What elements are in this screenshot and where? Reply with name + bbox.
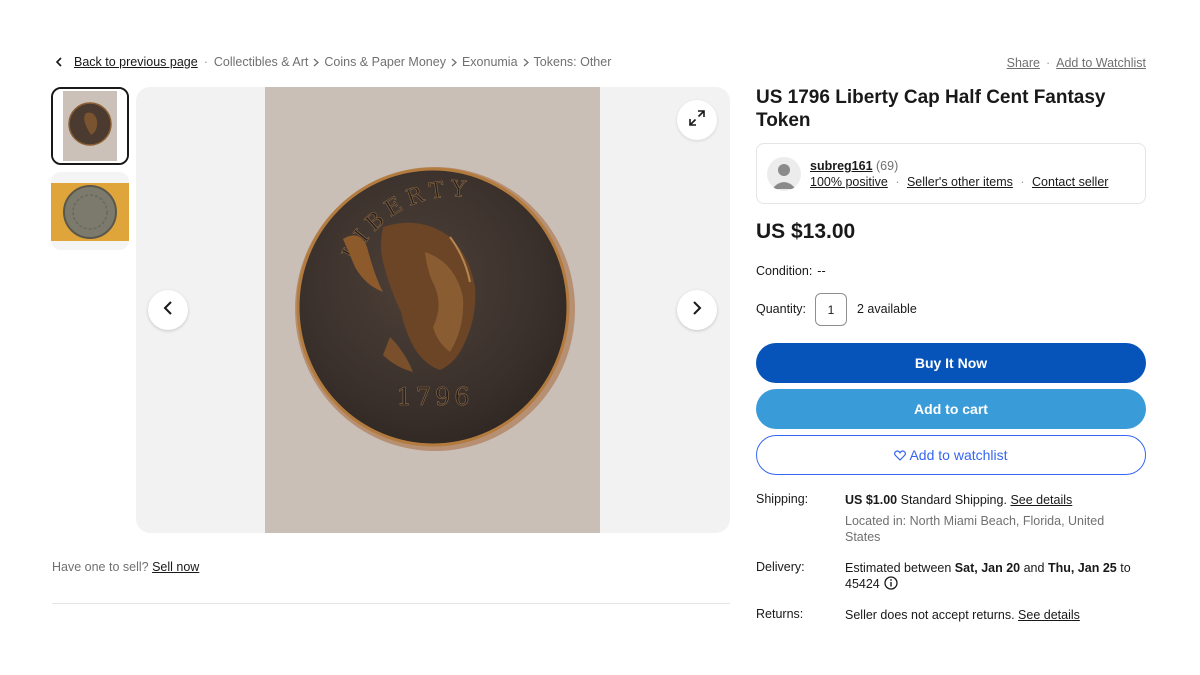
listing-title: US 1796 Liberty Cap Half Cent Fantasy To… xyxy=(756,87,1106,131)
breadcrumb-item-tokens-other[interactable]: Tokens: Other xyxy=(534,55,612,69)
shipping-value: US $1.00 Standard Shipping. See details xyxy=(845,492,1145,508)
chevron-left-icon[interactable] xyxy=(52,55,66,69)
main-product-image: LIBERTY 1796 xyxy=(265,87,600,533)
user-icon xyxy=(772,164,796,189)
heart-icon xyxy=(894,449,907,461)
seller-links: 100% positive · Seller's other items · C… xyxy=(810,175,1108,189)
shipping-location: Located in: North Miami Beach, Florida, … xyxy=(845,514,1105,544)
next-image-button[interactable] xyxy=(677,290,717,330)
add-to-watchlist-label: Add to watchlist xyxy=(909,447,1008,463)
chevron-right-icon xyxy=(451,58,457,67)
coin-thumbnail-image xyxy=(53,89,127,163)
contact-seller-link[interactable]: Contact seller xyxy=(1032,175,1108,189)
delivery-value: Estimated between Sat, Jan 20 and Thu, J… xyxy=(845,560,1145,592)
shipping-amount: US $1.00 xyxy=(845,493,898,507)
add-to-watchlist-link[interactable]: Add to Watchlist xyxy=(1056,56,1146,70)
expand-icon xyxy=(687,108,707,133)
coin-date: 1796 xyxy=(396,383,473,411)
returns-value: Seller does not accept returns. See deta… xyxy=(845,607,1145,623)
returns-see-details-link[interactable]: See details xyxy=(1018,608,1080,622)
chevron-right-icon xyxy=(313,58,320,67)
shipping-label: Shipping: xyxy=(756,492,809,506)
sell-now-link[interactable]: Sell now xyxy=(152,560,199,574)
add-to-cart-button[interactable]: Add to cart xyxy=(756,389,1146,429)
breadcrumb-item-exonumia[interactable]: Exonumia xyxy=(462,55,518,69)
breadcrumb-dot: · xyxy=(203,55,208,69)
add-to-watchlist-button[interactable]: Add to watchlist xyxy=(756,435,1146,475)
condition-label: Condition: xyxy=(756,264,813,278)
price: US $13.00 xyxy=(756,220,856,243)
fullscreen-button[interactable] xyxy=(677,100,717,140)
sell-prompt: Have one to sell? Sell now xyxy=(52,560,199,574)
delivery-zip[interactable]: 45424 xyxy=(845,577,880,591)
shipping-method: Standard Shipping. xyxy=(900,493,1007,507)
condition-row: Condition: -- xyxy=(756,264,826,278)
buy-it-now-button[interactable]: Buy It Now xyxy=(756,343,1146,383)
chevron-left-icon xyxy=(163,300,173,321)
quantity-input[interactable]: 1 xyxy=(815,293,847,326)
share-link[interactable]: Share xyxy=(1007,56,1040,70)
seller-links-dot: · xyxy=(1020,175,1025,189)
image-gallery[interactable]: LIBERTY 1796 xyxy=(136,87,730,533)
avatar[interactable] xyxy=(767,157,801,191)
delivery-and: and xyxy=(1023,561,1045,575)
breadcrumb-item-collectibles[interactable]: Collectibles & Art xyxy=(214,55,308,69)
breadcrumb-item-coins[interactable]: Coins & Paper Money xyxy=(324,55,446,69)
sell-prompt-text: Have one to sell? xyxy=(52,560,149,574)
breadcrumb: Back to previous page · Collectibles & A… xyxy=(52,55,611,69)
returns-text: Seller does not accept returns. xyxy=(845,608,1015,622)
coin-photo: LIBERTY 1796 xyxy=(265,87,600,533)
seller-name-link[interactable]: subreg161 xyxy=(810,159,873,173)
thumbnail-2[interactable] xyxy=(51,172,129,250)
previous-image-button[interactable] xyxy=(148,290,188,330)
seller-other-items-link[interactable]: Seller's other items xyxy=(907,175,1013,189)
seller-links-dot: · xyxy=(895,175,900,189)
seller-name-row: subreg161 (69) xyxy=(810,159,898,173)
delivery-to: to xyxy=(1120,561,1131,575)
delivery-label: Delivery: xyxy=(756,560,805,574)
delivery-date-start: Sat, Jan 20 xyxy=(954,561,1021,575)
back-to-previous-page-link[interactable]: Back to previous page xyxy=(74,55,198,69)
chevron-right-icon xyxy=(523,58,529,67)
condition-value: -- xyxy=(817,264,826,278)
coin-reverse-thumbnail-image xyxy=(51,172,129,250)
seller-positive-link[interactable]: 100% positive xyxy=(810,175,888,189)
top-actions-dot: · xyxy=(1045,56,1051,70)
shipping-see-details-link[interactable]: See details xyxy=(1010,493,1072,507)
seller-feedback-count: (69) xyxy=(876,159,899,173)
seller-card: subreg161 (69) 100% positive · Seller's … xyxy=(756,143,1146,204)
delivery-prefix: Estimated between xyxy=(845,561,952,575)
thumbnail-1[interactable] xyxy=(51,87,129,165)
quantity-available: 2 available xyxy=(857,302,917,316)
divider xyxy=(52,603,730,604)
info-icon[interactable] xyxy=(884,576,898,590)
returns-label: Returns: xyxy=(756,607,804,621)
quantity-label: Quantity: xyxy=(756,302,807,316)
chevron-right-icon xyxy=(692,300,702,321)
delivery-date-end: Thu, Jan 25 xyxy=(1047,561,1117,575)
top-actions: Share · Add to Watchlist xyxy=(1007,56,1146,70)
